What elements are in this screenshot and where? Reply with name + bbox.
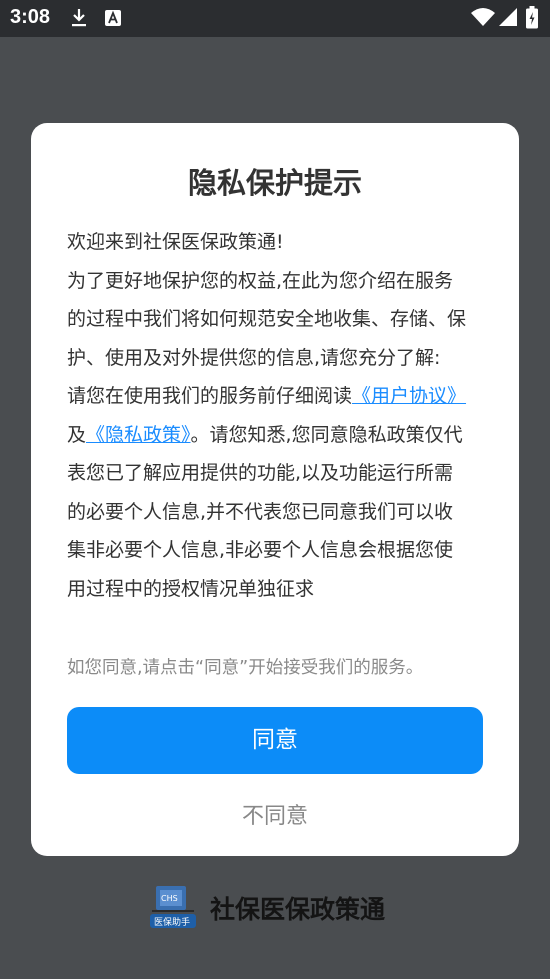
consent-paragraph: 请您在使用我们的服务前仔细阅读《用户协议》及《隐私政策》。请您知悉,您同意隐私政… [67, 377, 472, 608]
dialog-body: 欢迎来到社保医保政策通! 为了更好地保护您的权益,在此为您介绍在服务的过程中我们… [67, 223, 472, 641]
battery-icon [526, 6, 538, 33]
and-text: 及 [67, 423, 87, 446]
status-time: 3:08 [10, 6, 51, 28]
download-icon [70, 8, 88, 32]
consent-note: 如您同意,请点击“同意”开始接受我们的服务。 [67, 658, 424, 678]
dialog-title: 隐私保护提示 [187, 166, 362, 200]
status-bar: 3:08 [0, 0, 550, 37]
logo-text: 医保助手 [154, 916, 190, 928]
privacy-policy-link[interactable]: 《隐私政策》 [86, 424, 191, 446]
logo-badge: CHS [161, 894, 178, 903]
agree-button[interactable]: 同意 [67, 707, 483, 774]
text-input-icon [104, 8, 122, 32]
welcome-text: 欢迎来到社保医保政策通! [67, 231, 284, 253]
read-after-text: 。请您知悉,您同意隐私政策仅代表您已了解应用提供的功能,以及功能运行所需的必要个… [67, 423, 463, 600]
intro-text: 为了更好地保护您的权益,在此为您介绍在服务的过程中我们将如何规范安全地收集、存储… [67, 269, 467, 369]
privacy-dialog: 隐私保护提示 欢迎来到社保医保政策通! 为了更好地保护您的权益,在此为您介绍在服… [31, 123, 519, 856]
signal-icon [498, 7, 518, 31]
wifi-icon [471, 7, 495, 31]
app-logo: CHS 医保助手 [150, 886, 196, 928]
app-name: 社保医保政策通 [210, 895, 386, 924]
read-before-text: 请您在使用我们的服务前仔细阅读 [67, 385, 353, 407]
user-agreement-link[interactable]: 《用户协议》 [352, 385, 466, 407]
disagree-button[interactable]: 不同意 [31, 798, 519, 830]
